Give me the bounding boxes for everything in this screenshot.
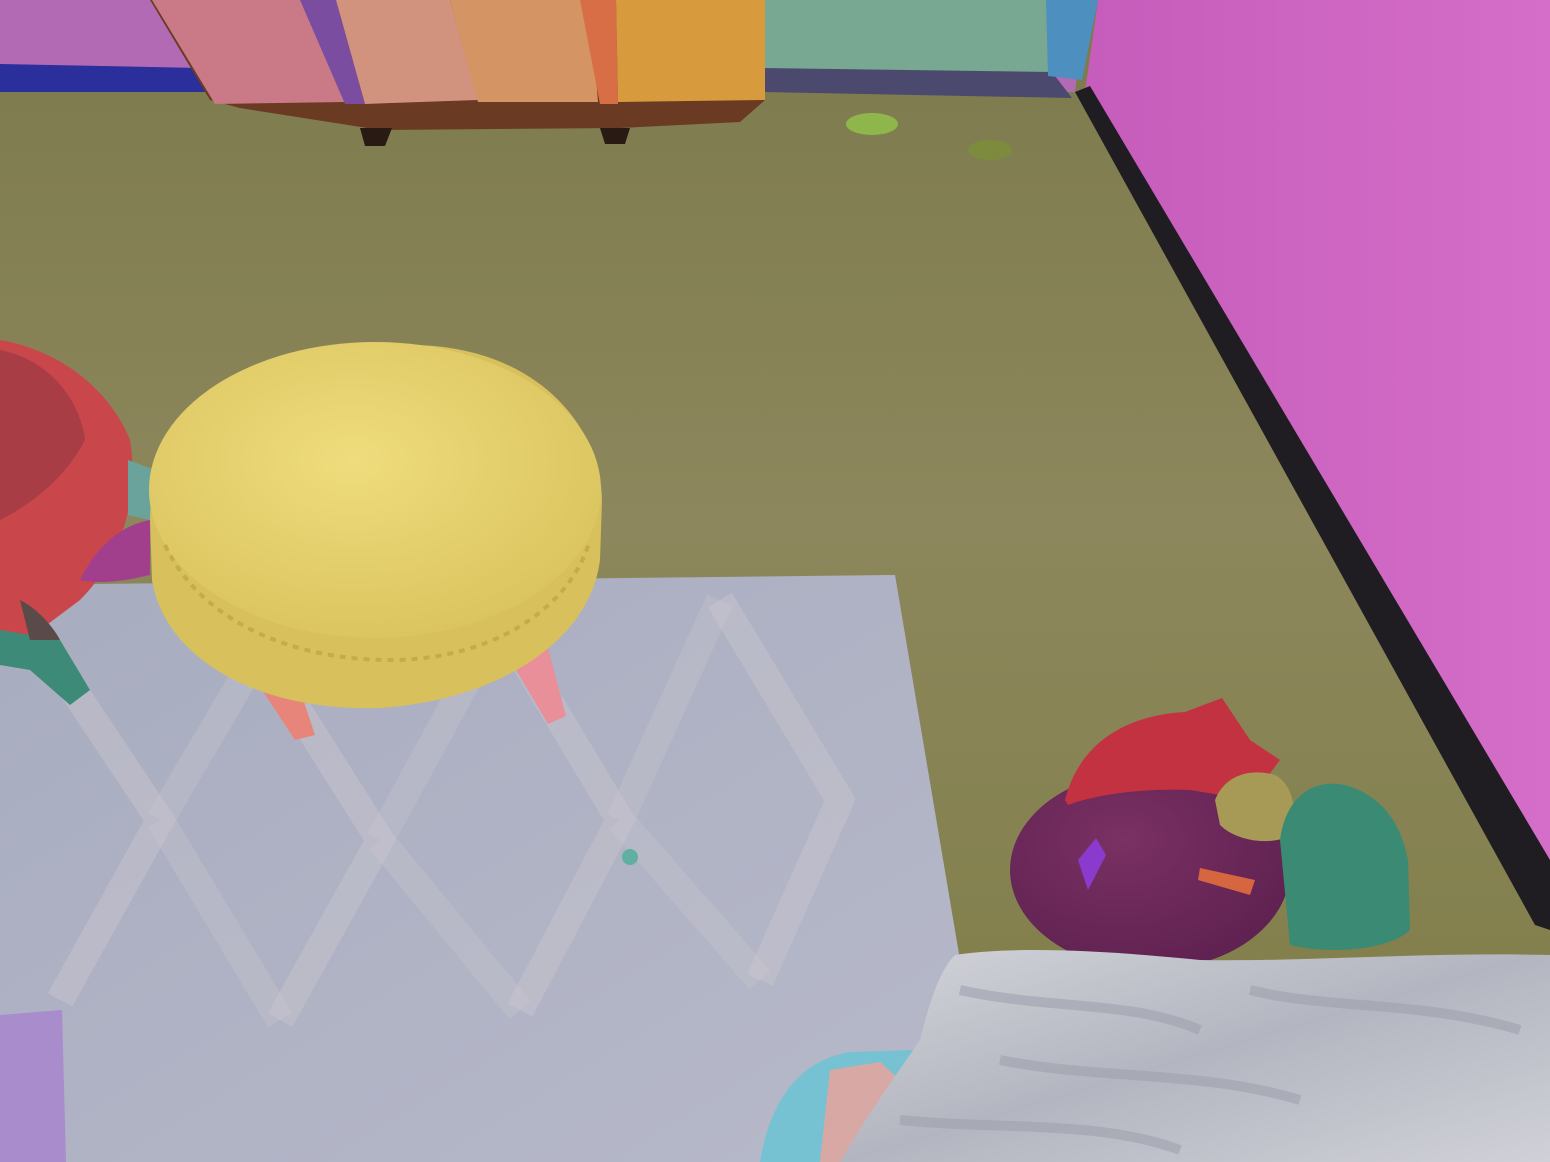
green-floor-spot (846, 113, 898, 135)
cabinet-panel-teal (760, 0, 1058, 74)
back-wall-baseboard (0, 64, 205, 92)
room-scene (0, 0, 1550, 1162)
scene-svg (0, 0, 1550, 1162)
olive-floor-spot (968, 140, 1012, 160)
grey-blanket (840, 950, 1550, 1162)
teal-rug-spot (622, 849, 638, 865)
lavender-object (0, 1010, 66, 1162)
